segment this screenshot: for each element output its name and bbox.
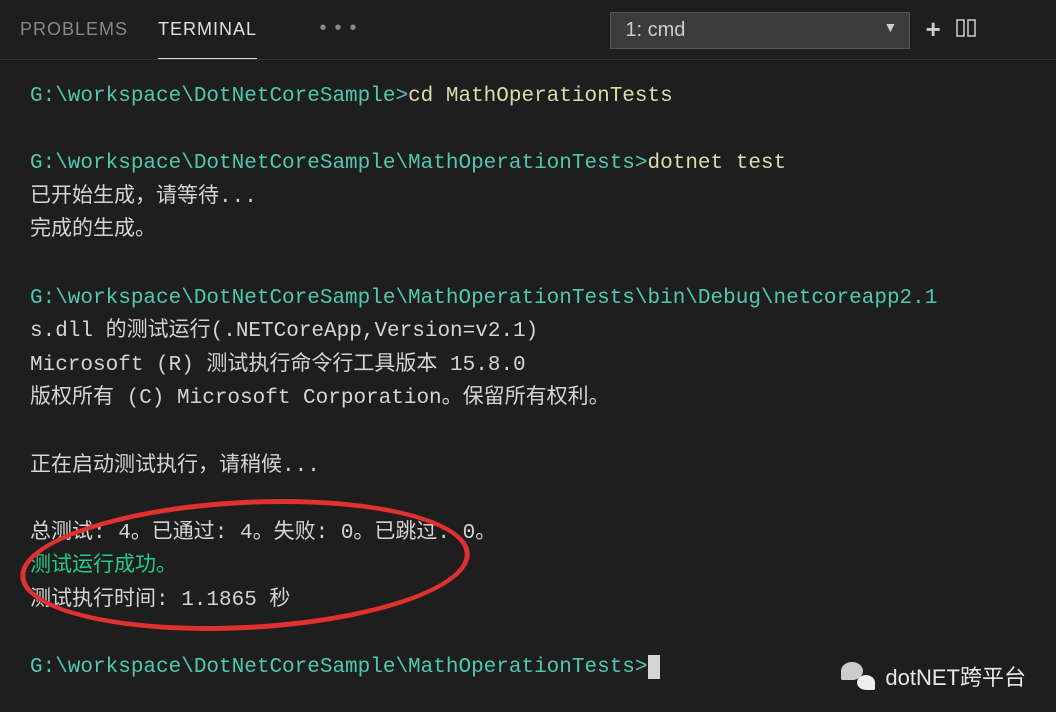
command-text: dotnet test xyxy=(648,152,787,175)
terminal-selector-dropdown[interactable]: 1: cmd ▼ xyxy=(610,12,910,49)
terminal-blank-line xyxy=(30,483,1026,517)
prompt-path: G:\workspace\DotNetCoreSample\MathOperat… xyxy=(30,656,648,679)
terminal-line: G:\workspace\DotNetCoreSample>cd MathOpe… xyxy=(30,80,1026,114)
dropdown-selected-label: 1: cmd xyxy=(625,19,685,41)
terminal-line: Microsoft (R) 测试执行命令行工具版本 15.8.0 xyxy=(30,349,1026,383)
terminal-line: 版权所有 (C) Microsoft Corporation。保留所有权利。 xyxy=(30,382,1026,416)
terminal-blank-line xyxy=(30,248,1026,282)
terminal-controls: 1: cmd ▼ + xyxy=(610,12,976,49)
watermark-text: dotNET跨平台 xyxy=(885,660,1026,692)
terminal-line: s.dll 的测试运行(.NETCoreApp,Version=v2.1) xyxy=(30,315,1026,349)
split-terminal-icon[interactable] xyxy=(956,18,976,43)
panel-tabs: PROBLEMS TERMINAL ••• xyxy=(20,1,362,59)
panel-header: PROBLEMS TERMINAL ••• 1: cmd ▼ + xyxy=(0,0,1056,60)
terminal-line: 总测试: 4。已通过: 4。失败: 0。已跳过: 0。 xyxy=(30,517,1026,551)
prompt-path: G:\workspace\DotNetCoreSample\MathOperat… xyxy=(30,152,648,175)
watermark: dotNET跨平台 xyxy=(841,660,1026,692)
new-terminal-button[interactable]: + xyxy=(925,16,941,46)
more-icon[interactable]: ••• xyxy=(317,18,362,41)
terminal-line: G:\workspace\DotNetCoreSample\MathOperat… xyxy=(30,147,1026,181)
tab-terminal[interactable]: TERMINAL xyxy=(158,1,257,59)
terminal-blank-line xyxy=(30,114,1026,148)
terminal-blank-line xyxy=(30,618,1026,652)
terminal-line: 正在启动测试执行，请稍候... xyxy=(30,450,1026,484)
command-text: cd MathOperationTests xyxy=(408,85,673,108)
prompt-path: G:\workspace\DotNetCoreSample> xyxy=(30,85,408,108)
terminal-line: 完成的生成。 xyxy=(30,214,1026,248)
wechat-icon xyxy=(841,662,875,690)
terminal-success-line: 测试运行成功。 xyxy=(30,550,1026,584)
terminal-cursor xyxy=(648,655,660,679)
tab-problems[interactable]: PROBLEMS xyxy=(20,1,128,58)
terminal-output[interactable]: G:\workspace\DotNetCoreSample>cd MathOpe… xyxy=(0,60,1056,705)
terminal-line: 已开始生成，请等待... xyxy=(30,181,1026,215)
terminal-blank-line xyxy=(30,416,1026,450)
terminal-line: 测试执行时间: 1.1865 秒 xyxy=(30,584,1026,618)
terminal-line: G:\workspace\DotNetCoreSample\MathOperat… xyxy=(30,282,1026,316)
chevron-down-icon: ▼ xyxy=(884,19,898,35)
